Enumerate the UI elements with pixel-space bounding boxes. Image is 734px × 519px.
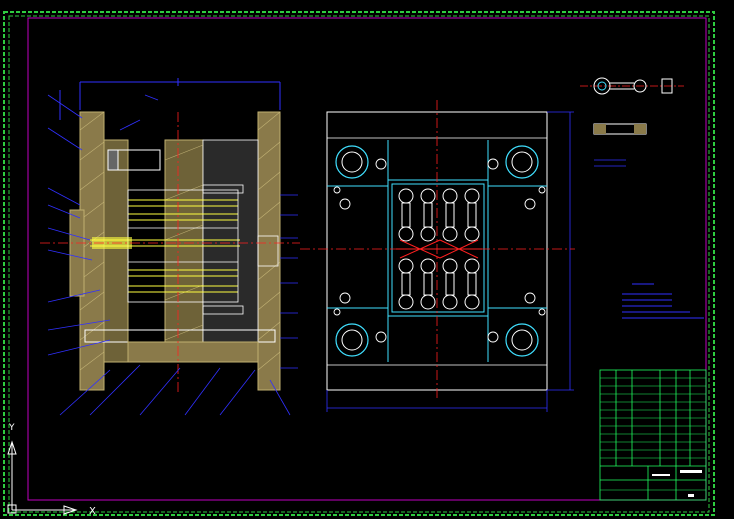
detail-section-hatch-b — [634, 124, 646, 134]
x-axis-label: X — [89, 506, 96, 517]
detail-section-hatch-a — [594, 124, 606, 134]
locating-ring — [69, 209, 85, 297]
y-axis-label: Y — [8, 423, 15, 433]
drawing-canvas[interactable]: Y X — [0, 0, 734, 519]
bottom-plate — [127, 341, 259, 363]
top-bolt-head — [107, 149, 119, 171]
